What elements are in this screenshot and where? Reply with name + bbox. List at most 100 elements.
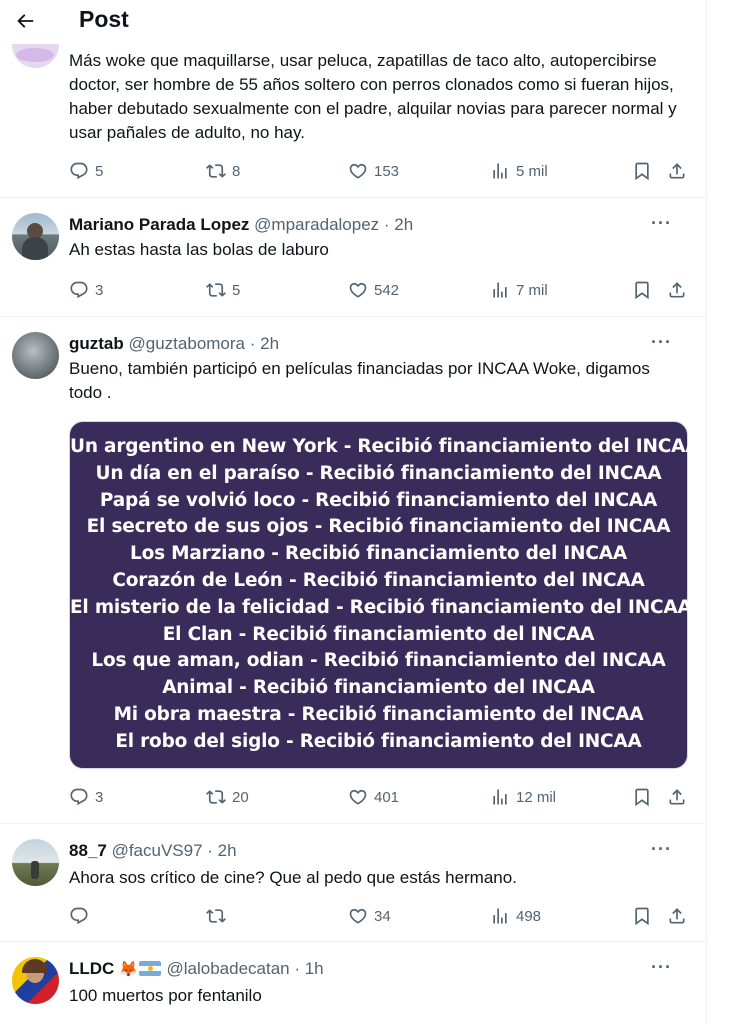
author-handle[interactable]: @lalobadecatan · 1h [166,959,323,978]
share-icon [669,282,685,298]
bookmark-button[interactable] [632,279,652,301]
tweet-actions: 5 8 153 5 mil [69,160,695,182]
retweet-button[interactable] [206,905,232,927]
author-handle[interactable]: @mparadalopez · 2h [254,215,413,234]
column-border [706,0,707,1024]
reply-button[interactable]: 3 [69,279,103,301]
views-count: 12 mil [516,788,557,806]
like-button[interactable]: 34 [348,905,391,927]
retweet-count: 5 [232,281,241,299]
reply-button[interactable] [69,905,95,927]
media-line: Un argentino en New York - Recibió finan… [70,436,700,457]
like-button[interactable]: 542 [348,279,399,301]
reply-count: 3 [95,281,104,299]
like-button[interactable]: 401 [348,786,399,808]
bookmark-button[interactable] [632,905,652,927]
tweet-header: 88_7 @facuVS97 · 2h ··· [69,840,690,863]
tweet-text: Bueno, también participó en películas fi… [69,359,650,402]
avatar[interactable] [12,332,59,379]
tweet-item[interactable]: Mariano Parada Lopez @mparadalopez · 2h … [0,198,706,317]
author-name[interactable]: Mariano Parada Lopez [69,215,249,234]
media-line: El secreto de sus ojos - Recibió financi… [86,516,671,538]
reply-icon [70,162,88,180]
media-line: Mi obra maestra - Recibió financiamiento… [113,703,644,725]
bookmark-icon [635,281,649,300]
heart-icon [349,282,367,298]
heart-icon [349,163,367,179]
reply-button[interactable]: 5 [69,160,103,182]
more-options-button[interactable]: ··· [651,214,672,232]
share-icon [669,789,685,805]
views-button[interactable]: 7 mil [490,279,548,301]
views-button[interactable]: 498 [490,905,541,927]
share-button[interactable] [667,279,687,301]
like-count: 34 [374,907,391,925]
bar-chart-icon [493,163,507,179]
more-options-button[interactable]: ··· [651,333,672,351]
reply-icon [70,281,88,299]
bar-chart-icon [493,908,507,924]
tweet-text: Ah estas hasta las bolas de laburo [69,240,329,259]
like-button[interactable]: 153 [348,160,399,182]
tweet-text: Más woke que maquillarse, usar peluca, z… [69,51,677,142]
media-line: El misterio de la felicidad - Recibió fi… [70,596,692,618]
tweet-header: Mariano Parada Lopez @mparadalopez · 2h … [69,214,690,237]
retweet-count: 20 [232,788,249,806]
retweet-button[interactable]: 5 [206,279,240,301]
retweet-icon [206,164,226,178]
share-button[interactable] [667,786,687,808]
tweet-media-image[interactable]: Un argentino en New York - Recibió finan… [69,421,700,769]
avatar[interactable] [12,213,59,260]
more-options-button[interactable]: ··· [651,840,672,858]
bar-chart-icon [493,789,507,805]
author-name[interactable]: 88_7 [69,841,107,860]
tweet-header: LLDC 🦊 @lalobadecatan · 1h ··· [69,958,690,981]
share-icon [669,908,685,924]
like-count: 401 [374,788,400,806]
tweet-text: Ahora sos crítico de cine? Que al pedo q… [69,868,517,887]
retweet-button[interactable]: 20 [206,786,249,808]
retweet-button[interactable]: 8 [206,160,240,182]
tweet-item[interactable]: LLDC 🦊 @lalobadecatan · 1h ··· 100 muert… [0,942,706,1024]
reply-button[interactable]: 3 [69,786,103,808]
back-button[interactable] [12,8,38,34]
tweet-actions: 3 20 401 12 mil [69,786,695,808]
bookmark-icon [635,788,649,807]
author-name[interactable]: guztab [69,334,124,353]
bookmark-icon [635,162,649,181]
avatar[interactable] [12,957,59,1004]
retweet-icon [206,790,226,804]
reply-icon [70,788,88,806]
bookmark-button[interactable] [632,160,652,182]
media-line: Papá se volvió loco - Recibió financiami… [99,489,658,511]
author-handle[interactable]: @facuVS97 · 2h [112,841,237,860]
views-button[interactable]: 5 mil [490,160,548,182]
share-button[interactable] [667,160,687,182]
top-bar: Post [0,0,706,44]
author-handle[interactable]: @guztabomora · 2h [129,334,280,353]
media-line: El robo del siglo - Recibió financiamien… [115,730,642,752]
share-icon [669,163,685,179]
arrow-left-icon [17,14,34,28]
heart-icon [349,908,367,924]
page-title: Post [79,6,129,32]
views-button[interactable]: 12 mil [490,786,556,808]
argentina-flag-icon [138,961,161,976]
heart-icon [349,789,367,805]
share-button[interactable] [667,905,687,927]
tweet-header: guztab @guztabomora · 2h ··· [69,333,690,356]
bookmark-button[interactable] [632,786,652,808]
avatar[interactable] [12,839,59,886]
tweet-item[interactable]: 88_7 @facuVS97 · 2h ··· Ahora sos crític… [0,824,706,942]
like-count: 542 [374,281,400,299]
media-line: Animal - Recibió financiamiento del INCA… [162,677,595,699]
author-name[interactable]: LLDC [69,959,114,978]
more-options-button[interactable]: ··· [651,958,672,976]
media-line: El Clan - Recibió financiamiento del INC… [162,623,595,645]
media-line: Corazón de León - Recibió financiamiento… [112,569,645,591]
views-count: 5 mil [516,162,548,180]
retweet-count: 8 [232,162,241,180]
reply-icon [70,907,88,925]
views-count: 7 mil [516,281,548,299]
reply-count: 3 [95,788,104,806]
